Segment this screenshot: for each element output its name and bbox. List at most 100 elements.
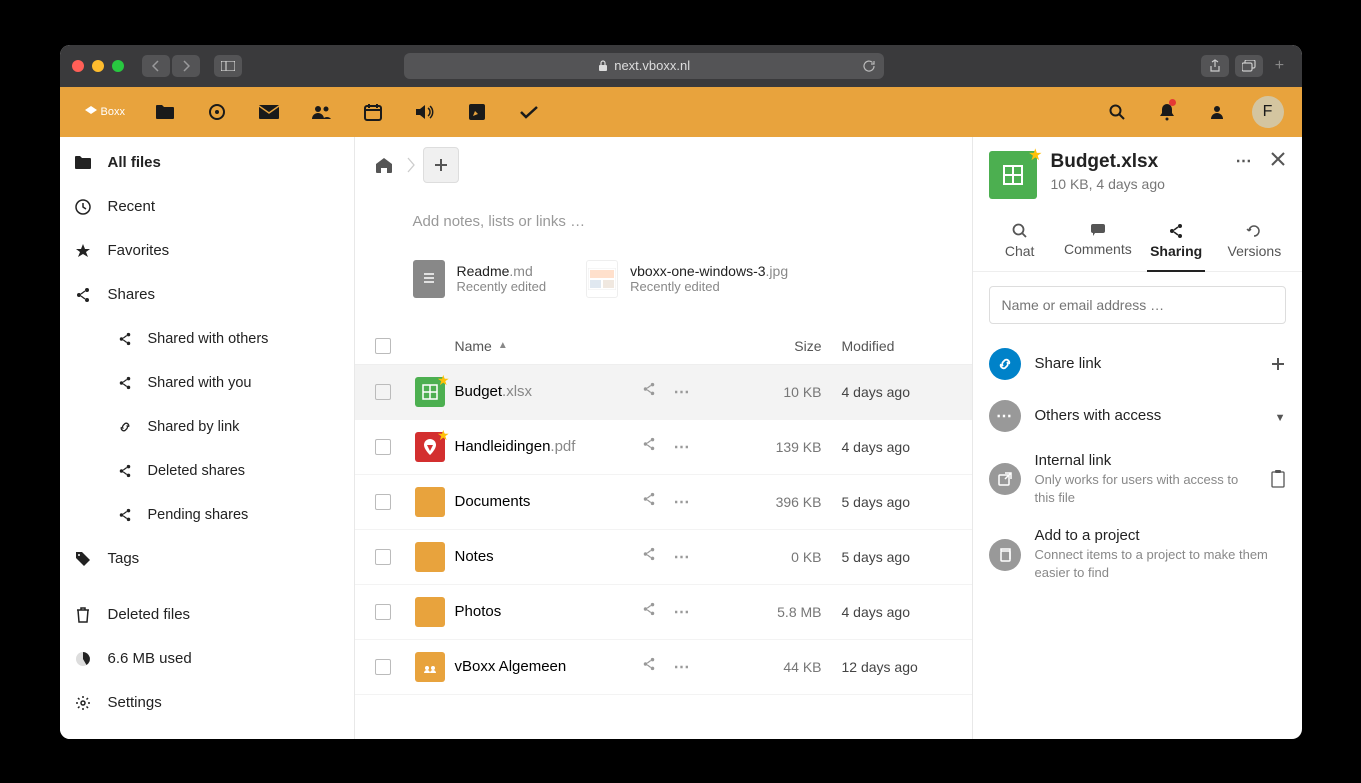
recent-item[interactable]: vboxx-one-windows-3.jpgRecently edited (586, 260, 788, 298)
share-action-icon[interactable] (1270, 470, 1286, 488)
file-icon (415, 652, 455, 682)
close-window-button[interactable] (72, 60, 84, 72)
nav-contacts-icon[interactable] (295, 87, 347, 137)
close-details-icon[interactable] (1270, 151, 1286, 171)
sidebar-item-all-files[interactable]: All files (60, 141, 354, 185)
sidebar-item-deleted-shares[interactable]: Deleted shares (60, 449, 354, 493)
contacts-menu-icon[interactable] (1194, 87, 1240, 137)
search-icon[interactable] (1094, 87, 1140, 137)
file-modified: 12 days ago (822, 659, 952, 675)
nav-audio-icon[interactable] (399, 87, 451, 137)
share-option[interactable]: Share link (973, 338, 1302, 390)
notes-input[interactable]: Add notes, lists or links … (355, 193, 972, 240)
url-bar[interactable]: next.vboxx.nl (404, 53, 884, 79)
minimize-window-button[interactable] (92, 60, 104, 72)
window-controls (72, 60, 124, 72)
row-checkbox[interactable] (375, 659, 391, 675)
share-option[interactable]: Add to a projectConnect items to a proje… (973, 517, 1302, 592)
gear-icon (74, 695, 92, 711)
row-share-icon[interactable] (642, 437, 656, 457)
file-row[interactable]: ★ Handleidingen.pdf ⋯ 139 KB 4 days ago (355, 420, 972, 475)
file-row[interactable]: Documents ⋯ 396 KB 5 days ago (355, 475, 972, 530)
file-row[interactable]: vBoxx Algemeen ⋯ 44 KB 12 days ago (355, 640, 972, 695)
new-tab-button[interactable]: + (1269, 55, 1289, 77)
share-option[interactable]: Internal linkOnly works for users with a… (973, 442, 1302, 517)
recent-item[interactable]: Readme.mdRecently edited (413, 260, 547, 298)
file-icon (415, 542, 455, 572)
tab-comments[interactable]: Comments (1059, 215, 1137, 271)
share-action-icon[interactable]: ▼ (1275, 405, 1286, 426)
share-icon (116, 508, 134, 522)
row-share-icon[interactable] (642, 657, 656, 677)
refresh-icon[interactable] (862, 59, 876, 73)
logo[interactable]: Boxx (70, 105, 139, 119)
sidebar-item-shared-with-you[interactable]: Shared with you (60, 361, 354, 405)
column-size-header[interactable]: Size (732, 338, 822, 354)
row-checkbox[interactable] (375, 494, 391, 510)
row-more-icon[interactable]: ⋯ (674, 547, 691, 567)
file-row[interactable]: ★ Budget.xlsx ⋯ 10 KB 4 days ago (355, 365, 972, 420)
column-modified-header[interactable]: Modified (822, 338, 952, 354)
tabs-button[interactable] (1235, 55, 1263, 77)
sidebar: All files Recent Favorites Shares Shared… (60, 137, 355, 739)
file-size: 5.8 MB (732, 604, 822, 620)
sidebar-item-settings[interactable]: Settings (60, 681, 354, 725)
row-more-icon[interactable]: ⋯ (674, 382, 691, 402)
sidebar-item-recent[interactable]: Recent (60, 185, 354, 229)
column-name-header[interactable]: Name▲ (415, 338, 642, 354)
add-button[interactable] (423, 147, 459, 183)
file-row[interactable]: Photos ⋯ 5.8 MB 4 days ago (355, 585, 972, 640)
star-badge-icon: ★ (437, 372, 450, 389)
lock-icon (598, 60, 608, 72)
share-browser-button[interactable] (1201, 55, 1229, 77)
nav-calendar-icon[interactable] (347, 87, 399, 137)
sidebar-item-shares[interactable]: Shares (60, 273, 354, 317)
sidebar-toggle-button[interactable] (214, 55, 242, 77)
nav-tasks-icon[interactable] (503, 87, 555, 137)
row-share-icon[interactable] (642, 602, 656, 622)
nav-mail-icon[interactable] (243, 87, 295, 137)
sidebar-item-shared-by-link[interactable]: Shared by link (60, 405, 354, 449)
tab-versions[interactable]: Versions (1215, 215, 1293, 271)
sidebar-item-pending-shares[interactable]: Pending shares (60, 493, 354, 537)
row-more-icon[interactable]: ⋯ (674, 492, 691, 512)
sidebar-item-deleted-files[interactable]: Deleted files (60, 593, 354, 637)
dots-icon: ⋯ (989, 400, 1021, 432)
maximize-window-button[interactable] (112, 60, 124, 72)
notifications-icon[interactable] (1144, 87, 1190, 137)
row-checkbox[interactable] (375, 604, 391, 620)
main-content: Add notes, lists or links … Readme.mdRec… (355, 137, 972, 739)
row-checkbox[interactable] (375, 384, 391, 400)
nav-activity-icon[interactable] (191, 87, 243, 137)
nav-notes-icon[interactable] (451, 87, 503, 137)
share-search-input[interactable] (989, 286, 1286, 324)
row-more-icon[interactable]: ⋯ (674, 602, 691, 622)
back-button[interactable] (142, 55, 170, 77)
share-icon (1137, 223, 1215, 239)
star-badge-icon: ★ (1028, 145, 1042, 165)
forward-button[interactable] (172, 55, 200, 77)
home-icon[interactable] (369, 151, 399, 179)
tab-sharing[interactable]: Sharing (1137, 215, 1215, 271)
sidebar-item-shared-with-others[interactable]: Shared with others (60, 317, 354, 361)
row-share-icon[interactable] (642, 547, 656, 567)
file-row[interactable]: Notes ⋯ 0 KB 5 days ago (355, 530, 972, 585)
details-panel: ★ Budget.xlsx 10 KB, 4 days ago ⋯ Chat C… (972, 137, 1302, 739)
share-action-icon[interactable] (1270, 356, 1286, 372)
row-more-icon[interactable]: ⋯ (674, 437, 691, 457)
row-checkbox[interactable] (375, 439, 391, 455)
restore-icon (1215, 223, 1293, 239)
tab-chat[interactable]: Chat (981, 215, 1059, 271)
sidebar-item-tags[interactable]: Tags (60, 537, 354, 581)
sidebar-item-favorites[interactable]: Favorites (60, 229, 354, 273)
row-share-icon[interactable] (642, 492, 656, 512)
app-topbar: Boxx F (60, 87, 1302, 137)
more-actions-icon[interactable]: ⋯ (1236, 151, 1254, 171)
nav-files-icon[interactable] (139, 87, 191, 137)
user-avatar[interactable]: F (1252, 96, 1284, 128)
share-option[interactable]: ⋯ Others with access ▼ (973, 390, 1302, 442)
row-more-icon[interactable]: ⋯ (674, 657, 691, 677)
row-checkbox[interactable] (375, 549, 391, 565)
select-all-checkbox[interactable] (375, 338, 391, 354)
row-share-icon[interactable] (642, 382, 656, 402)
